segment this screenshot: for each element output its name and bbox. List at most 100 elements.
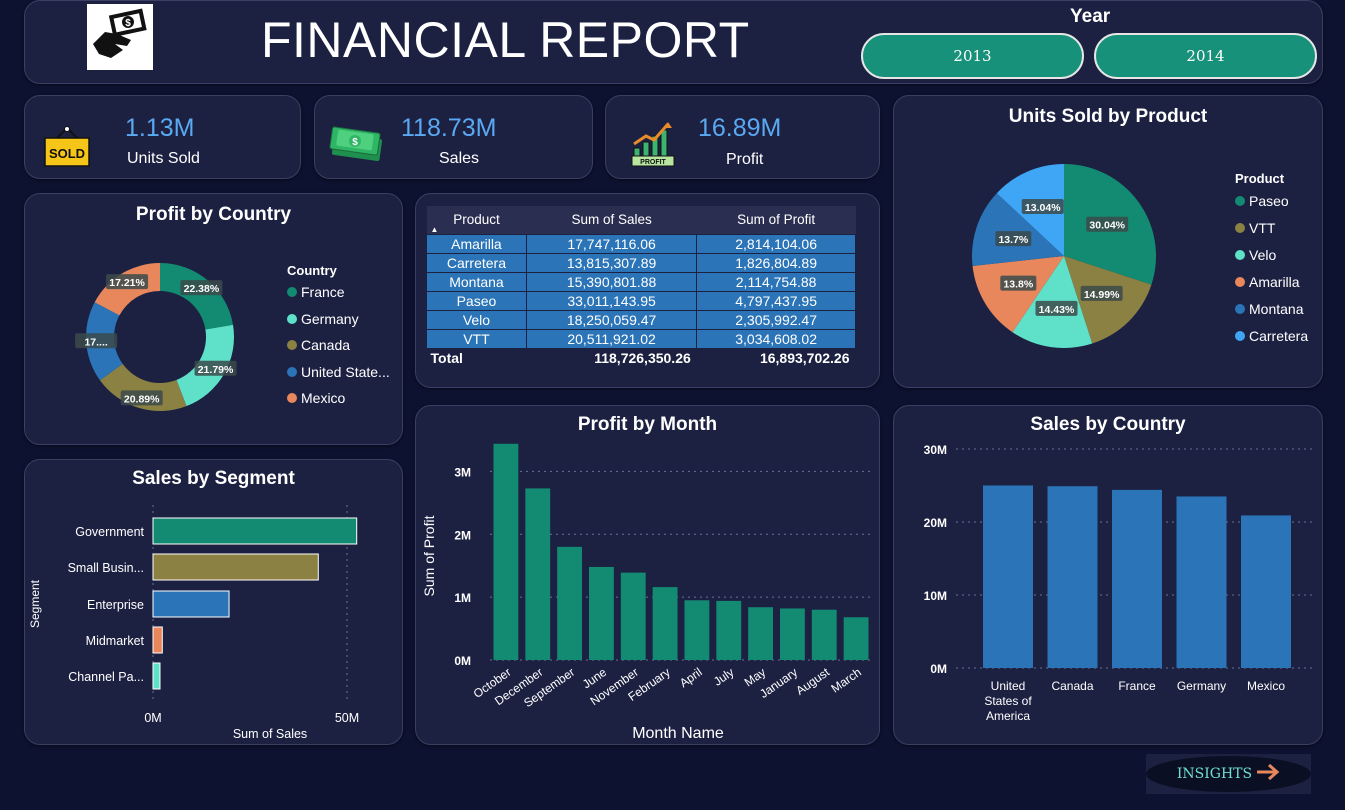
table-row[interactable]: Paseo 33,011,143.95 4,797,437.95 (426, 290, 856, 311)
header-bar: $ FINANCIAL REPORT Year 2013 2014 (24, 0, 1323, 84)
segment-bar[interactable] (152, 590, 230, 618)
y-tick-label: 0M (930, 662, 947, 676)
month-bar[interactable] (493, 443, 519, 660)
table-row[interactable]: Velo 18,250,059.47 2,305,992.47 (426, 309, 856, 330)
kpi-profit-label: Profit (726, 151, 764, 168)
money-stack-icon: $ (327, 122, 385, 169)
y-tick-label: Government (75, 525, 144, 539)
country-bar[interactable] (983, 485, 1033, 669)
year-slicer-label: Year (1070, 6, 1111, 27)
table-total-cell: Total (426, 348, 527, 367)
y-tick-label: Enterprise (87, 598, 144, 612)
month-bar[interactable] (557, 546, 582, 660)
column-header-sales[interactable]: Sum of Sales (526, 206, 697, 234)
x-tick-label: Germany (1177, 679, 1226, 693)
kpi-profit-value: 16.89M (698, 114, 782, 142)
x-tick-label: March (828, 665, 863, 696)
kpi-units-sold-card: SOLD 1.13M Units Sold (24, 95, 301, 179)
country-bar[interactable] (1176, 496, 1227, 668)
month-bar[interactable] (620, 572, 646, 660)
country-legend-item[interactable]: Mexico (287, 390, 345, 406)
month-bar[interactable] (525, 488, 551, 660)
pie-data-label: 13.7% (995, 231, 1032, 247)
table-cell: Montana (426, 271, 527, 292)
month-bar[interactable] (589, 566, 614, 660)
x-tick-label: 50M (335, 711, 359, 725)
legend-dot (287, 287, 297, 297)
x-tick-label: 0M (144, 711, 161, 725)
column-header-product[interactable]: Product ▲ (426, 206, 527, 234)
country-legend-item[interactable]: Canada (287, 337, 350, 353)
month-bar[interactable] (716, 600, 742, 660)
x-axis-label: Month Name (632, 725, 724, 742)
month-bar[interactable] (811, 609, 837, 660)
table-cell: 2,114,754.88 (696, 271, 856, 292)
country-legend-item[interactable]: United State... (287, 364, 390, 380)
donut-data-label: 17.... (75, 333, 118, 349)
year-2014-button[interactable]: 2014 (1094, 33, 1317, 79)
legend-dot (1235, 304, 1245, 314)
product-legend-item[interactable]: Carretera (1235, 328, 1308, 344)
donut-data-label: 22.38% (180, 280, 223, 296)
country-bar[interactable] (1241, 515, 1291, 668)
legend-dot (287, 366, 297, 377)
svg-text:14.43%: 14.43% (1039, 304, 1075, 316)
table-row[interactable]: Carretera 13,815,307.89 1,826,804.89 (426, 252, 856, 273)
table-cell: VTT (426, 328, 527, 349)
legend-dot (1235, 277, 1245, 287)
country-legend-item[interactable]: France (287, 284, 345, 300)
product-legend-item[interactable]: Montana (1235, 301, 1303, 317)
profit-by-month-card: Profit by Month 0M 1M 2M 3M October December S… (415, 405, 880, 745)
table-cell: 33,011,143.95 (525, 290, 698, 311)
table-cell: 18,250,059.47 (525, 309, 698, 330)
legend-label: Amarilla (1249, 274, 1300, 290)
segment-bar[interactable] (152, 517, 358, 545)
country-legend-title: Country (287, 263, 337, 278)
segment-bar[interactable] (152, 626, 163, 654)
y-tick-label: Channel Pa... (68, 670, 144, 684)
table-row[interactable]: Montana 15,390,801.88 2,114,754.88 (426, 271, 856, 292)
product-legend-item[interactable]: Amarilla (1235, 274, 1300, 290)
kpi-sales-label: Sales (439, 150, 480, 167)
legend-label: United State... (301, 363, 390, 380)
insights-button[interactable]: INSIGHTS (1146, 754, 1311, 794)
segment-bar[interactable] (152, 662, 161, 690)
year-2013-button[interactable]: 2013 (861, 33, 1084, 79)
month-bar[interactable] (780, 608, 805, 660)
legend-dot (1235, 196, 1245, 206)
column-header-profit[interactable]: Sum of Profit (696, 206, 856, 234)
month-bar[interactable] (684, 600, 710, 660)
donut-data-label: 17.21% (106, 274, 149, 290)
table-total-row: Total 118,726,350.26 16,893,702.26 (426, 348, 856, 367)
country-bar[interactable] (1112, 489, 1162, 668)
legend-label: VTT (1249, 220, 1276, 236)
legend-dot (287, 313, 297, 324)
product-legend-item[interactable]: Velo (1235, 247, 1276, 263)
month-bar[interactable] (748, 607, 773, 660)
sold-sign-icon: SOLD (43, 126, 91, 173)
y-tick-label: 10M (924, 589, 947, 603)
kpi-sales-card: $ 118.73M Sales (314, 95, 593, 179)
x-tick-label: July (711, 665, 737, 689)
product-legend-item[interactable]: Paseo (1235, 193, 1289, 209)
table-cell: 15,390,801.88 (525, 271, 698, 292)
legend-dot (287, 340, 297, 350)
table-row[interactable]: VTT 20,511,921.02 3,034,608.02 (426, 328, 856, 349)
svg-text:14.99%: 14.99% (1084, 289, 1120, 301)
table-cell: Paseo (426, 290, 527, 311)
country-legend-item[interactable]: Germany (287, 311, 359, 327)
segment-bar[interactable] (152, 553, 319, 581)
legend-label: Carretera (1249, 328, 1309, 344)
product-legend-item[interactable]: VTT (1235, 220, 1275, 236)
month-bar[interactable] (843, 617, 869, 660)
country-bar[interactable] (1047, 486, 1098, 668)
y-tick-label: 30M (924, 443, 947, 457)
units-by-product-title: Units Sold by Product (1008, 106, 1208, 127)
table-cell: 4,797,437.95 (696, 290, 856, 311)
y-tick-label: Small Busin... (68, 561, 144, 575)
hand-money-logo-icon: $ (87, 4, 153, 70)
donut-slice[interactable] (160, 263, 234, 330)
x-tick-label: Canada (1051, 679, 1093, 693)
table-row[interactable]: Amarilla 17,747,116.06 2,814,104.06 (426, 233, 856, 254)
month-bar[interactable] (652, 587, 678, 660)
